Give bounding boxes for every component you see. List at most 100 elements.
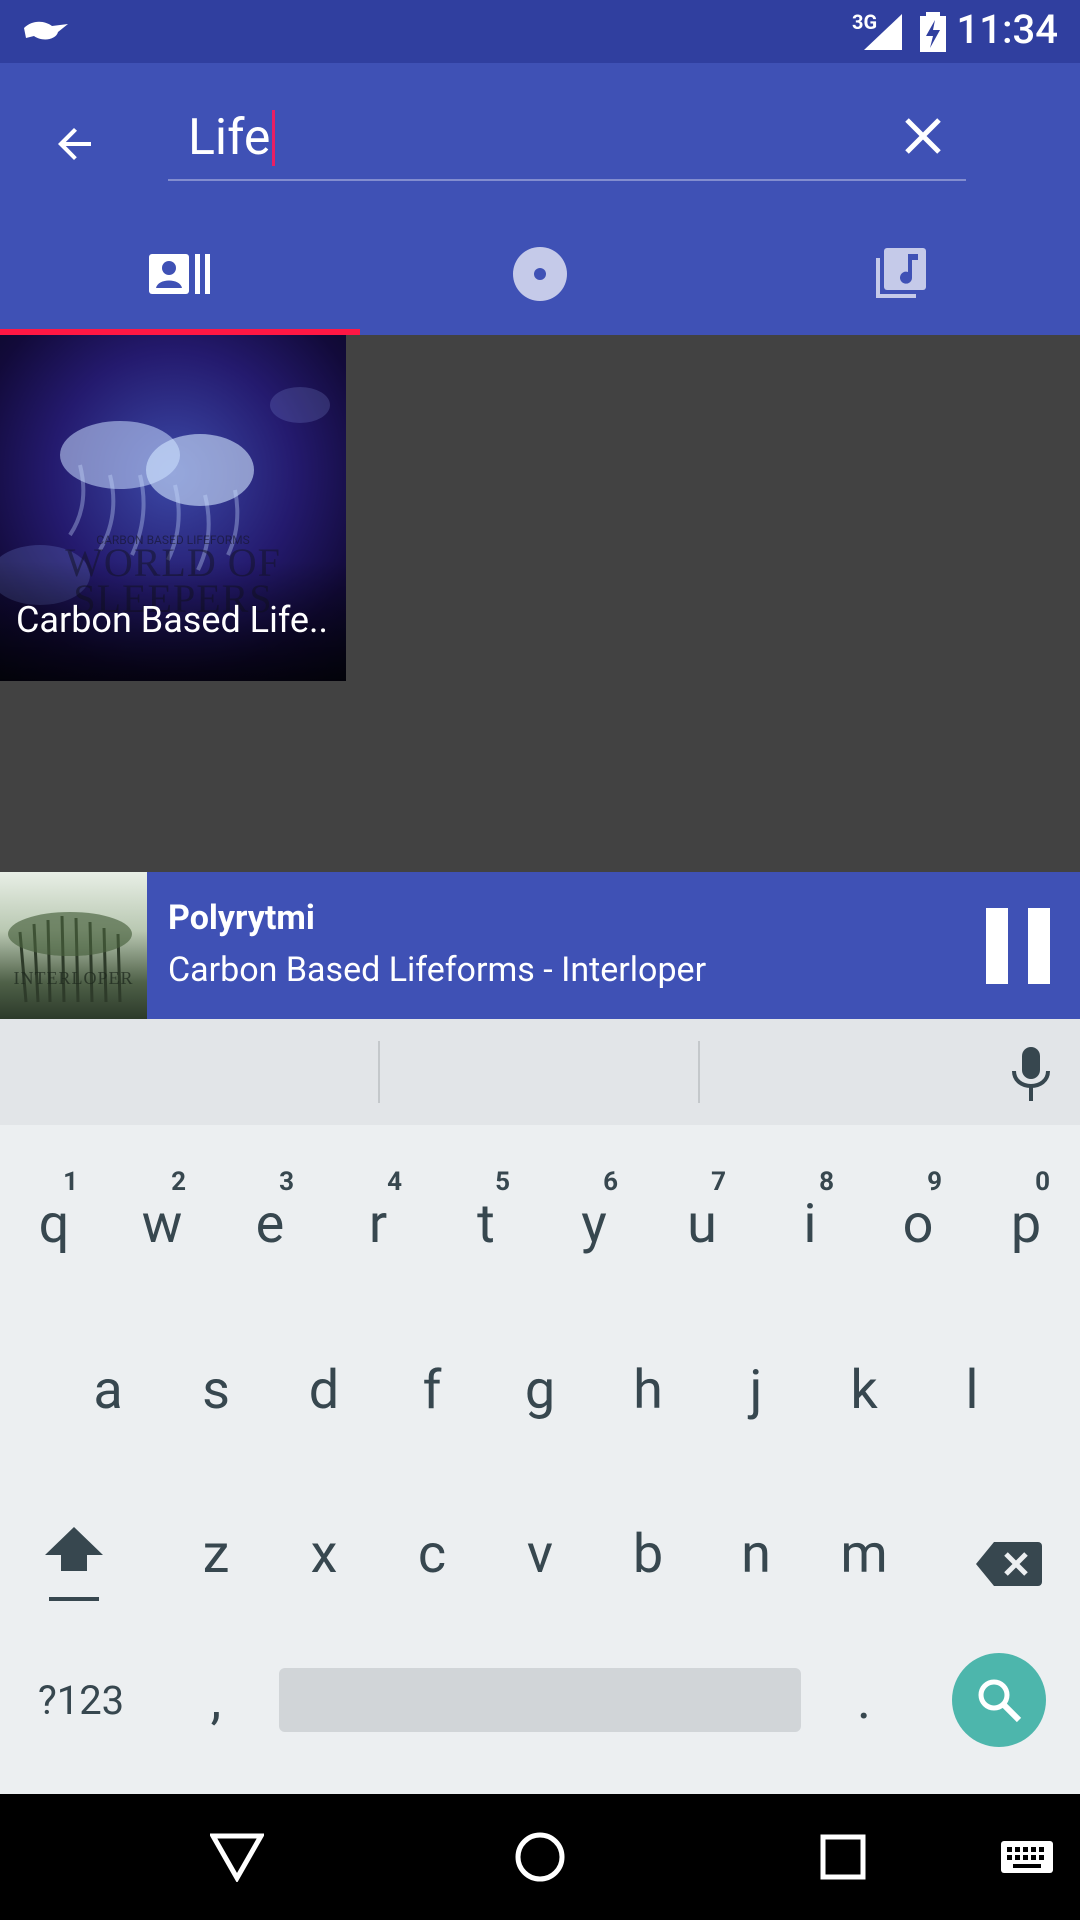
key-m[interactable]: m (810, 1479, 918, 1629)
arrow-back-icon (58, 128, 91, 160)
tab-albums[interactable] (360, 213, 720, 335)
key-label: a (93, 1358, 123, 1422)
key-label: e (255, 1192, 285, 1256)
pause-icon (986, 908, 1008, 984)
key-v[interactable]: v (486, 1479, 594, 1629)
key-j[interactable]: j (702, 1315, 810, 1465)
key-s[interactable]: s (162, 1315, 270, 1465)
key-hint: 1 (63, 1167, 78, 1197)
space-key[interactable] (279, 1668, 801, 1732)
now-playing-bar[interactable]: INTERLOPER Polyrytmi Carbon Based Lifefo… (0, 872, 1080, 1019)
key-a[interactable]: a (54, 1315, 162, 1465)
key-y[interactable]: y6 (540, 1149, 648, 1299)
forest-cover-art (8, 912, 132, 1003)
key-x[interactable]: x (270, 1479, 378, 1629)
backspace-icon (976, 1542, 1042, 1586)
key-t[interactable]: t5 (432, 1149, 540, 1299)
key-label: u (687, 1192, 717, 1256)
key-label: d (308, 1358, 340, 1422)
tab-songs[interactable] (720, 213, 1080, 335)
signal-icon (864, 14, 902, 50)
key-o[interactable]: o9 (864, 1149, 972, 1299)
key-i[interactable]: i8 (756, 1149, 864, 1299)
close-icon (905, 118, 941, 154)
key-w[interactable]: w2 (108, 1149, 216, 1299)
now-playing-title: Polyrytmi (168, 898, 315, 938)
key-label: f (422, 1358, 442, 1422)
album-icon (513, 247, 567, 301)
key-label: n (741, 1522, 771, 1586)
keyboard-icon (1001, 1841, 1053, 1873)
tab-artists[interactable] (0, 213, 360, 335)
search-toolbar: Life (0, 63, 1080, 335)
status-bar: 3G 11:34 (0, 0, 1080, 63)
key-hint: 5 (495, 1167, 510, 1197)
key-label: k (850, 1358, 878, 1422)
search-input[interactable]: Life (168, 91, 966, 181)
ime-switch-button[interactable] (994, 1824, 1060, 1890)
key-u[interactable]: u7 (648, 1149, 756, 1299)
key-z[interactable]: z (162, 1479, 270, 1629)
key-hint: 8 (819, 1167, 834, 1197)
key-e[interactable]: e3 (216, 1149, 324, 1299)
recents-nav-button[interactable] (810, 1824, 876, 1890)
symbols-key[interactable]: ?123 (26, 1625, 136, 1775)
key-r[interactable]: r4 (324, 1149, 432, 1299)
key-label: y (581, 1192, 607, 1256)
pause-button[interactable] (982, 908, 1050, 984)
key-n[interactable]: n (702, 1479, 810, 1629)
song-icon (876, 248, 926, 298)
key-h[interactable]: h (594, 1315, 702, 1465)
search-query-text: Life (188, 109, 271, 167)
key-label: w (141, 1192, 183, 1256)
key-label: r (368, 1192, 388, 1256)
key-q[interactable]: q1 (0, 1149, 108, 1299)
home-nav-button[interactable] (507, 1824, 573, 1890)
key-p[interactable]: p0 (972, 1149, 1080, 1299)
suggestion-divider (698, 1041, 700, 1103)
square-recents-icon (820, 1834, 866, 1880)
key-label: q (38, 1192, 70, 1256)
key-label: j (749, 1358, 763, 1422)
key-g[interactable]: g (486, 1315, 594, 1465)
clock: 11:34 (956, 6, 1058, 53)
period-key-label: . (856, 1668, 872, 1732)
battery-charging-icon (920, 12, 946, 52)
mic-icon[interactable] (1006, 1045, 1056, 1103)
key-label: t (477, 1192, 495, 1256)
period-key[interactable]: . (810, 1625, 918, 1775)
key-l[interactable]: l (918, 1315, 1026, 1465)
key-k[interactable]: k (810, 1315, 918, 1465)
key-hint: 3 (279, 1167, 294, 1197)
key-b[interactable]: b (594, 1479, 702, 1629)
now-playing-subtitle: Carbon Based Lifeforms - Interloper (168, 950, 707, 990)
key-hint: 0 (1035, 1167, 1050, 1197)
triangle-back-icon (210, 1833, 264, 1882)
shift-icon (45, 1527, 103, 1601)
key-d[interactable]: d (270, 1315, 378, 1465)
comma-key[interactable]: , (162, 1625, 270, 1775)
comma-key-label: , (210, 1668, 222, 1732)
soft-keyboard: ?123 , . q1w2e3r4t5y6u7i8o9p0asdfghjklzx… (0, 1019, 1080, 1794)
album-result-label: Carbon Based Life.. (16, 599, 328, 641)
key-label: s (202, 1358, 230, 1422)
key-label: m (840, 1522, 888, 1586)
search-key[interactable] (952, 1653, 1046, 1747)
key-label: v (526, 1522, 554, 1586)
clear-search-button[interactable] (888, 101, 958, 171)
album-result-card[interactable]: CARBON BASED LIFEFORMS WORLD OF SLEEPERS… (0, 335, 346, 681)
back-nav-button[interactable] (204, 1824, 270, 1890)
back-button[interactable] (40, 109, 110, 179)
shift-key[interactable] (20, 1489, 128, 1639)
key-label: o (902, 1192, 934, 1256)
backspace-key[interactable] (955, 1489, 1063, 1639)
search-icon (978, 1679, 1022, 1723)
now-playing-cover-art: INTERLOPER (0, 872, 147, 1019)
key-c[interactable]: c (378, 1479, 486, 1629)
key-hint: 9 (927, 1167, 942, 1197)
search-tabs (0, 213, 1080, 335)
circle-home-icon (515, 1832, 565, 1882)
key-label: p (1010, 1192, 1042, 1256)
key-f[interactable]: f (378, 1315, 486, 1465)
key-label: x (310, 1522, 338, 1586)
